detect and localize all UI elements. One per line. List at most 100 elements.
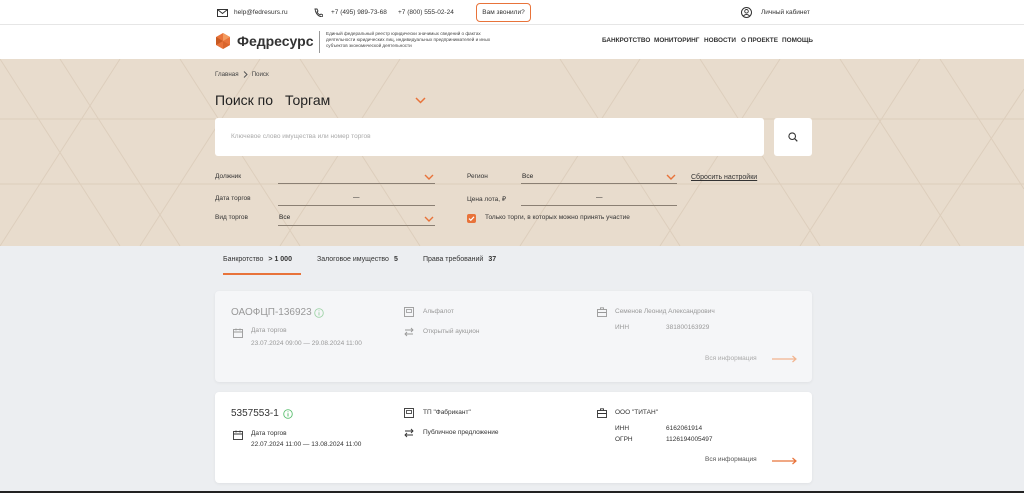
top-bar: help@fedresurs.ru +7 (495) 989-73-68 +7 … — [0, 0, 1024, 25]
reset-settings-link[interactable]: Сбросить настройки — [691, 174, 757, 181]
category-select[interactable]: Торгам — [285, 92, 330, 108]
arrow-right-icon[interactable] — [772, 355, 798, 363]
nav-bankruptcy[interactable]: БАНКРОТСТВО — [602, 37, 650, 44]
only-open-checkbox[interactable] — [467, 214, 476, 223]
result-card[interactable]: 5357553-1 Дата торгов 22.07.2024 11:00 —… — [215, 392, 812, 483]
tab-label: Банкротство — [223, 256, 264, 263]
mail-icon — [217, 8, 228, 17]
swap-icon — [404, 327, 414, 337]
inn-value: 381800163929 — [666, 324, 710, 331]
tab-count: 37 — [488, 256, 497, 263]
chevron-down-icon[interactable] — [424, 174, 434, 181]
results-tabs: Банкротство > 1 000 Залоговое имущество 5 … — [0, 246, 1024, 290]
price-label: Цена лота, ₽ — [467, 196, 507, 203]
account-text: Личный кабинет — [761, 9, 810, 16]
region-label: Регион — [467, 173, 488, 180]
breadcrumb: Главная Поиск — [215, 71, 269, 78]
platform-icon — [404, 307, 414, 317]
platform-icon — [404, 408, 414, 418]
debtor-select[interactable] — [278, 183, 435, 184]
callback-button[interactable]: Вам звонили? — [476, 3, 531, 22]
tab-collateral[interactable]: Залоговое имущество 5 — [317, 256, 398, 263]
tab-label: Права требований — [423, 256, 484, 263]
email-link[interactable]: help@fedresurs.ru — [217, 0, 288, 25]
phone2-link[interactable]: +7 (800) 555-02-24 — [398, 0, 454, 25]
arrow-right-icon[interactable] — [772, 457, 798, 465]
platform-name[interactable]: Альфалот — [423, 308, 454, 315]
date-label: Дата торгов — [251, 430, 287, 437]
date-range-input[interactable] — [278, 205, 435, 206]
date-value: 22.07.2024 11:00 — 13.08.2024 11:00 — [251, 441, 362, 448]
trade-number[interactable]: 5357553-1 — [231, 408, 279, 419]
trade-type: Публичное предложение — [423, 429, 499, 436]
trade-type: Открытый аукцион — [423, 328, 480, 335]
type-label: Вид торгов — [215, 214, 248, 221]
inn-label: ИНН — [615, 425, 630, 432]
account-link[interactable]: Личный кабинет — [741, 0, 810, 25]
phone2-text: +7 (800) 555-02-24 — [398, 9, 454, 16]
page-title: Поиск по — [215, 92, 274, 108]
user-icon — [741, 7, 752, 18]
date-label: Дата торгов — [215, 195, 251, 202]
search-icon — [788, 132, 798, 142]
all-info-link[interactable]: Вся информация — [705, 456, 757, 463]
swap-icon — [404, 428, 414, 438]
search-input[interactable]: Ключевое слово имущества или номер торго… — [215, 118, 764, 156]
logo-divider — [319, 31, 320, 53]
chevron-down-icon[interactable] — [666, 174, 676, 181]
logo-text[interactable]: Федресурс — [237, 33, 314, 49]
email-text: help@fedresurs.ru — [234, 9, 288, 16]
chevron-right-icon — [243, 71, 248, 78]
platform-name[interactable]: ТП "Фабрикант" — [423, 409, 471, 416]
nav-monitoring[interactable]: МОНИТОРИНГ — [654, 37, 699, 44]
checkmark-icon — [468, 216, 475, 222]
date-value: 23.07.2024 09:00 — 29.08.2024 11:00 — [251, 340, 362, 347]
price-range-separator: — — [596, 194, 603, 201]
chevron-down-icon[interactable] — [424, 216, 434, 223]
logo-description: Единый федеральный реестр юридически зна… — [326, 31, 491, 48]
all-info-link[interactable]: Вся информация — [705, 355, 757, 362]
region-select[interactable] — [521, 183, 677, 184]
nav-about[interactable]: О ПРОЕКТЕ — [741, 37, 778, 44]
debtor-name[interactable]: Семенов Леонид Александрович — [615, 308, 715, 315]
search-panel: Главная Поиск Поиск по Торгам Ключевое с… — [0, 59, 1024, 246]
breadcrumb-current: Поиск — [251, 71, 269, 78]
briefcase-icon — [597, 307, 607, 317]
info-icon[interactable] — [283, 409, 293, 419]
active-tab-indicator — [223, 273, 301, 275]
type-select[interactable] — [278, 225, 435, 226]
debtor-label: Должник — [215, 173, 242, 180]
only-open-label[interactable]: Только торги, в которых можно принять уч… — [485, 214, 630, 221]
trade-number[interactable]: ОАОФЦП-136923 — [231, 307, 312, 318]
phone1-link[interactable]: +7 (495) 989-73-68 — [314, 0, 387, 25]
type-value[interactable]: Все — [279, 214, 290, 221]
nav-news[interactable]: НОВОСТИ — [704, 37, 736, 44]
site-header: Федресурс Единый федеральный реестр юрид… — [0, 25, 1024, 59]
breadcrumb-home[interactable]: Главная — [215, 71, 239, 78]
logo-icon — [216, 33, 230, 49]
calendar-icon — [233, 328, 243, 338]
search-placeholder: Ключевое слово имущества или номер торго… — [231, 133, 371, 140]
ogrn-label: ОГРН — [615, 436, 633, 443]
tab-count: > 1 000 — [268, 256, 292, 263]
calendar-icon — [233, 430, 243, 440]
region-value[interactable]: Все — [522, 173, 533, 180]
info-icon[interactable] — [314, 308, 324, 318]
inn-value: 6162061914 — [666, 425, 703, 432]
date-range-separator: — — [353, 194, 360, 201]
debtor-name[interactable]: ООО "ТИТАН" — [615, 409, 658, 416]
price-range-input[interactable] — [521, 205, 677, 206]
chevron-down-icon[interactable] — [415, 97, 426, 104]
ogrn-value: 1126194005497 — [666, 436, 713, 443]
nav-help[interactable]: ПОМОЩЬ — [782, 37, 813, 44]
tab-bankruptcy[interactable]: Банкротство > 1 000 — [223, 256, 292, 263]
phone1-text: +7 (495) 989-73-68 — [331, 9, 387, 16]
result-card[interactable]: ОАОФЦП-136923 Дата торгов 23.07.2024 09:… — [215, 291, 812, 382]
tab-count: 5 — [393, 256, 398, 263]
search-button[interactable] — [774, 118, 812, 156]
tab-label: Залоговое имущество — [317, 256, 389, 263]
date-label: Дата торгов — [251, 327, 287, 334]
phone-icon — [314, 8, 323, 17]
inn-label: ИНН — [615, 324, 630, 331]
tab-claims[interactable]: Права требований 37 — [423, 256, 496, 263]
